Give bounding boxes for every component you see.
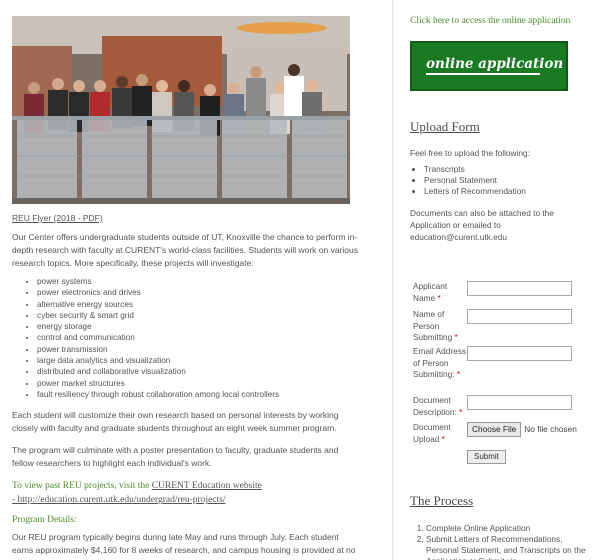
- list-item: Letters of Recommendation: [424, 186, 596, 197]
- doc-description-input[interactable]: [467, 395, 572, 410]
- reu-projects-url-link[interactable]: - http://education.curent.utk.edu/underg…: [12, 495, 226, 505]
- person-submitting-input[interactable]: [467, 309, 572, 324]
- program-details-paragraph: Our REU program typically begins during …: [12, 532, 356, 560]
- submit-button[interactable]: Submit: [467, 450, 506, 464]
- list-item: Transcripts: [424, 164, 596, 175]
- past-projects-text: To view past REU projects, visit the: [12, 481, 152, 492]
- list-item: fault resiliency through robust collabor…: [37, 389, 377, 400]
- upload-form-title: Upload Form: [410, 119, 480, 134]
- person-submitting-label: Name of Person Submitting *: [413, 309, 458, 342]
- column-divider: [392, 0, 393, 560]
- curent-education-link[interactable]: CURENT Education website: [152, 481, 262, 491]
- choose-file-button[interactable]: Choose File: [467, 422, 522, 437]
- attach-note: Documents can also be attached to the Ap…: [410, 208, 554, 242]
- reu-flyer-link[interactable]: REU Flyer (2018 - PDF): [12, 213, 103, 223]
- applicant-name-label: Applicant Name *: [413, 281, 448, 303]
- applicant-name-input[interactable]: [467, 281, 572, 296]
- list-item: distributed and collaborative visualizat…: [37, 366, 377, 377]
- online-application-button-label: online application: [426, 56, 564, 72]
- list-item: control and communication: [37, 332, 377, 343]
- process-section: The Process Complete Online Application …: [410, 493, 596, 560]
- list-item: Personal Statement: [424, 175, 596, 186]
- list-item: power electronics and drives: [37, 287, 377, 298]
- list-item: Complete Online Application: [426, 523, 596, 534]
- program-details-heading: Program Details:: [12, 515, 77, 526]
- doc-description-label: Document Description: *: [413, 395, 463, 417]
- list-item: alternative energy sources: [37, 299, 377, 310]
- poster-paragraph: The program will culminate with a poster…: [12, 445, 339, 469]
- list-item: power transmission: [37, 344, 377, 355]
- main-content: REU Flyer (2018 - PDF) Our Center offers…: [12, 16, 377, 560]
- research-topics-list: power systems power electronics and driv…: [37, 276, 377, 400]
- list-item: energy storage: [37, 321, 377, 332]
- past-projects-paragraph: To view past REU projects, visit the CUR…: [12, 479, 362, 507]
- sidebar: Click here to access the online applicat…: [410, 16, 596, 243]
- email-label: Email Address of Person Submitting: *: [413, 346, 467, 379]
- upload-items-list: Transcripts Personal Statement Letters o…: [424, 164, 596, 197]
- email-input[interactable]: [467, 346, 572, 361]
- process-steps-list: Complete Online Application Submit Lette…: [426, 523, 596, 560]
- group-photo: [12, 16, 350, 204]
- upload-intro: Feel free to upload the following:: [410, 148, 530, 158]
- list-item: Submit Letters of Recommendations, Perso…: [426, 534, 596, 560]
- upload-form: Applicant Name * Name of Person Submitti…: [410, 281, 577, 464]
- list-item: power systems: [37, 276, 377, 287]
- online-application-link[interactable]: Click here to access the online applicat…: [410, 16, 596, 26]
- doc-upload-label: Document Upload *: [413, 422, 451, 444]
- list-item: power market structures: [37, 378, 377, 389]
- online-application-button[interactable]: online application: [410, 41, 568, 91]
- list-item: cyber security & smart grid: [37, 310, 377, 321]
- process-title: The Process: [410, 493, 474, 508]
- customize-paragraph: Each student will customize their own re…: [12, 410, 339, 434]
- list-item: large data analytics and visualization: [37, 355, 377, 366]
- swoosh-underline: [426, 73, 540, 75]
- no-file-text: No file chosen: [524, 424, 577, 434]
- intro-paragraph: Our Center offers undergraduate students…: [12, 232, 358, 268]
